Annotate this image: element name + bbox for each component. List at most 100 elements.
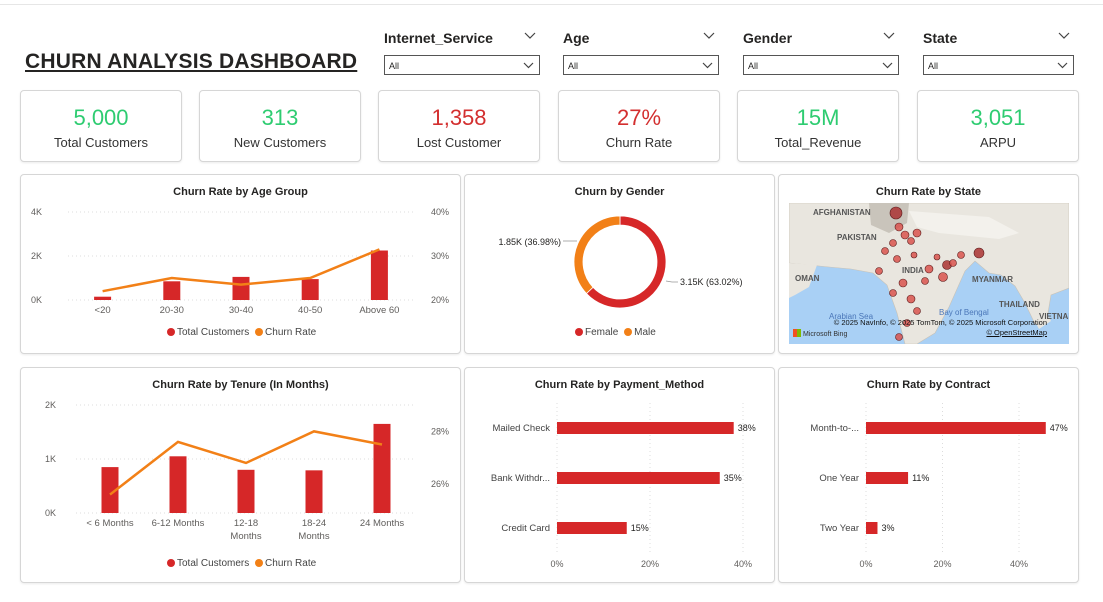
legend-dot (167, 559, 175, 567)
chevron-down-icon[interactable] (1058, 32, 1070, 40)
chart-legend: Total Customers Churn Rate (167, 558, 316, 569)
slicer-label: Gender (743, 30, 793, 46)
state-bubble[interactable] (881, 247, 889, 255)
bar-data-label: 3% (881, 523, 894, 533)
kpi-value: 5,000 (73, 105, 129, 130)
y-category-label: Month-to-... (810, 423, 859, 434)
state-bubble[interactable] (938, 272, 948, 282)
bar (232, 276, 250, 300)
map-label: THAILAND (999, 300, 1040, 309)
y2-tick-label: 40% (431, 207, 449, 217)
legend-dot (255, 328, 264, 336)
kpi-label: New Customers (233, 135, 327, 150)
chart-churn-by-gender[interactable]: Churn by Gender 3.15K (63.02%) 1.85K (36.… (464, 174, 775, 354)
y2-tick-label: 30% (431, 251, 449, 261)
x-tick-label: 40% (734, 559, 752, 569)
chart-churn-by-payment[interactable]: Churn Rate by Payment_Method 0% 20% 40% 38%… (464, 367, 775, 583)
chevron-down-icon[interactable] (883, 32, 895, 40)
slicer-value: All (928, 61, 939, 71)
x-tick-label: Above 60 (359, 305, 399, 316)
state-bubble[interactable] (889, 239, 897, 247)
x-tick-label: Months (298, 531, 329, 542)
state-bubble[interactable] (949, 259, 957, 267)
slicer-gender[interactable]: Gender All (743, 30, 899, 75)
state-bubble[interactable] (889, 206, 903, 220)
kpi-label: Total_Revenue (774, 135, 862, 150)
y-tick-label: 1K (45, 454, 56, 464)
x-tick-label: 20% (641, 559, 659, 569)
x-tick-label: 30-40 (229, 305, 253, 316)
kpi-arpu: 3,051 ARPU (917, 90, 1079, 162)
osm-link[interactable]: © OpenStreetMap (986, 328, 1047, 337)
y2-tick-label: 26% (431, 479, 449, 489)
x-tick-label: 20% (933, 559, 951, 569)
bar-data-label: 35% (724, 473, 742, 483)
kpi-label: Total Customers (54, 135, 148, 150)
legend-label: Total Customers (177, 327, 250, 338)
payment-chart-svg: 0% 20% 40% 38% Mailed Check 35% Bank Withdr...… (491, 403, 756, 569)
slicer-age[interactable]: Age All (563, 30, 719, 75)
state-bubble[interactable] (900, 230, 910, 240)
state-bubble[interactable] (907, 237, 915, 245)
x-tick-label: 24 Months (360, 518, 405, 529)
state-bubble[interactable] (893, 255, 901, 263)
chevron-down-icon (702, 62, 713, 69)
state-bubble[interactable] (875, 267, 883, 275)
chevron-down-icon[interactable] (703, 32, 715, 40)
chart-churn-by-contract[interactable]: Churn Rate by Contract 0% 20% 40% 47% Month-… (778, 367, 1079, 583)
state-bubble[interactable] (912, 228, 922, 238)
chart-churn-by-age[interactable]: Churn Rate by Age Group 0K 2K 4K 20% 30% 40% <… (20, 174, 461, 354)
kpi-value: 3,051 (970, 105, 1026, 130)
state-bubble[interactable] (924, 264, 934, 274)
slicer-dropdown[interactable]: All (563, 55, 719, 75)
x-tick-label: 18-24 (302, 518, 326, 529)
kpi-total-customers: 5,000 Total Customers (20, 90, 182, 162)
x-tick-label: 12-18 (234, 518, 258, 529)
chevron-down-icon (1057, 62, 1068, 69)
state-bubble[interactable] (921, 277, 929, 285)
map-attribution: © 2025 NavInfo, © 2025 TomTom, © 2025 Mi… (834, 318, 1047, 338)
y-category-label: One Year (819, 473, 859, 484)
state-bubble[interactable] (933, 253, 941, 261)
state-bubble[interactable] (957, 251, 965, 259)
chevron-down-icon[interactable] (524, 32, 536, 40)
legend-label: Churn Rate (265, 558, 317, 569)
kpi-label: Lost Customer (416, 135, 502, 150)
x-tick-label: <20 (95, 305, 111, 316)
state-bubble[interactable] (898, 278, 908, 288)
legend-dot (575, 328, 583, 336)
bar (301, 279, 319, 300)
slicer-dropdown[interactable]: All (923, 55, 1074, 75)
slicer-dropdown[interactable]: All (384, 55, 540, 75)
chevron-down-icon (523, 62, 534, 69)
slicer-label: Age (563, 30, 590, 46)
slicer-internet-service[interactable]: Internet_Service All (384, 30, 540, 75)
state-bubble[interactable] (906, 294, 916, 304)
state-bubble[interactable] (973, 247, 985, 259)
chart-legend: Female Male (575, 327, 656, 338)
donut-slice (573, 215, 621, 295)
kpi-value: 313 (261, 105, 299, 130)
bar (557, 472, 720, 484)
bar-data-label: 15% (631, 523, 649, 533)
donut-data-label: 1.85K (36.98%) (498, 237, 561, 247)
state-bubble[interactable] (910, 251, 918, 259)
state-bubble[interactable] (913, 307, 921, 315)
state-map[interactable]: AFGHANISTAN PAKISTAN INDIA OMAN MYANMAR … (789, 203, 1069, 344)
chart-churn-by-state[interactable]: Churn Rate by State AFGHANISTAN PAKISTAN… (778, 174, 1079, 354)
state-bubble[interactable] (889, 289, 897, 297)
slicer-state[interactable]: State All (923, 30, 1074, 75)
chart-churn-by-tenure[interactable]: Churn Rate by Tenure (In Months) 0K 1K 2K 2… (20, 367, 461, 583)
kpi-value: 1,358 (431, 105, 487, 130)
map-label: AFGHANISTAN (813, 208, 871, 217)
y2-tick-label: 28% (431, 426, 449, 436)
y-tick-label: 4K (31, 207, 42, 217)
kpi-label: ARPU (979, 135, 1017, 150)
y2-tick-label: 20% (431, 295, 449, 305)
kpi-total-revenue: 15M Total_Revenue (737, 90, 899, 162)
x-tick-label: Months (230, 531, 261, 542)
slicer-dropdown[interactable]: All (743, 55, 899, 75)
state-bubble[interactable] (894, 222, 904, 232)
x-tick-label: 40% (1010, 559, 1028, 569)
map-label: OMAN (795, 274, 820, 283)
